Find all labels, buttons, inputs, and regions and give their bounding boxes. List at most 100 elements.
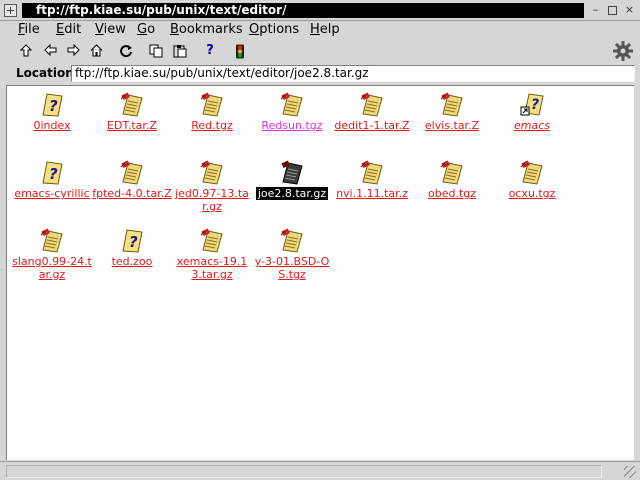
minimize-button[interactable]: – [588,3,603,18]
help-icon[interactable]: ? [200,42,220,60]
menu-bookmarks-label: ookmarks [178,22,243,37]
archive-file-icon[interactable] [359,159,385,185]
back-arrow-icon[interactable] [40,42,60,60]
menu-help-mnemonic: H [310,22,320,37]
menu-bookmarks-mnemonic: B [170,22,179,37]
archive-file-icon[interactable] [119,159,145,185]
menu-go[interactable]: Go [137,22,155,38]
archive-file-icon[interactable] [39,227,65,253]
menu-edit-mnemonic: E [56,22,65,37]
file-item[interactable]: ? emacs [492,91,572,132]
archive-file-icon[interactable] [519,159,545,185]
file-item[interactable]: ? ted.zoo [92,227,172,268]
menu-edit[interactable]: Edit [56,22,81,38]
file-name-link[interactable]: ted.zoo [92,255,172,268]
svg-text:?: ? [49,165,58,183]
reload-icon[interactable] [116,42,136,60]
file-item[interactable]: jed0.97-13.tar.gz [172,159,252,213]
svg-text:?: ? [129,233,138,251]
file-item[interactable]: Redsun.tgz [252,91,332,132]
archive-file-icon[interactable] [199,159,225,185]
menu-view-mnemonic: V [95,22,104,37]
location-bar: Location: ftp://ftp.kiae.su/pub/unix/tex… [0,62,640,84]
file-name-link[interactable]: EDT.tar.Z [92,119,172,132]
file-item[interactable]: joe2.8.tar.gz [252,159,332,200]
menu-help[interactable]: Help [310,22,340,38]
file-name-link[interactable]: emacs [492,119,572,132]
resize-grip[interactable] [624,466,636,478]
file-item[interactable]: y-3-01.BSD-OS.tgz [252,227,332,281]
unknown-file-icon[interactable]: ? [39,159,65,185]
archive-file-icon[interactable] [279,91,305,117]
archive-file-icon[interactable] [199,227,225,253]
copy-icon[interactable] [146,42,166,60]
file-item[interactable]: slang0.99-24.tar.gz [12,227,92,281]
menu-view[interactable]: View [95,22,126,38]
file-name-link[interactable]: nvi.1.11.tar.z [332,187,412,200]
title-bar: ftp://ftp.kiae.su/pub/unix/text/editor/ … [0,0,640,21]
file-name-link[interactable]: 0index [12,119,92,132]
file-item[interactable]: obed.tgz [412,159,492,200]
archive-file-icon[interactable] [439,91,465,117]
menu-go-label: o [147,22,156,37]
archive-file-icon[interactable] [199,91,225,117]
paste-icon[interactable] [170,42,190,60]
archive-file-icon[interactable] [439,159,465,185]
archive-file-icon[interactable] [279,227,305,253]
archive-file-icon[interactable] [279,159,305,185]
file-name-link[interactable]: dedit1-1.tar.Z [332,119,412,132]
window-menu-icon[interactable] [4,4,17,17]
menu-options-label: ptions [259,22,300,37]
close-button[interactable]: × [622,3,637,18]
archive-file-icon[interactable] [359,91,385,117]
menu-bar: File Edit View Go Bookmarks Options Help [0,21,640,39]
file-name-link[interactable]: Redsun.tgz [252,119,332,132]
gear-icon [612,40,636,62]
file-name-link[interactable]: y-3-01.BSD-OS.tgz [252,255,332,281]
link-file-icon[interactable]: ? [519,91,545,117]
menu-file[interactable]: File [18,22,40,38]
unknown-file-icon[interactable]: ? [119,227,145,253]
status-bar [0,461,640,480]
file-item[interactable]: ? emacs-cyrillic [12,159,92,200]
file-listing: ? 0index EDT.tar.Z Red.tgz Redsun.tgz dedit1-… [6,85,634,460]
file-item[interactable]: elvis.tar.Z [412,91,492,132]
location-input[interactable]: ftp://ftp.kiae.su/pub/unix/text/editor/j… [71,65,635,82]
file-name-link[interactable]: xemacs-19.13.tar.gz [172,255,252,281]
menu-help-label: elp [319,22,340,37]
file-item[interactable]: Red.tgz [172,91,252,132]
unknown-file-icon[interactable]: ? [39,91,65,117]
file-name-link[interactable]: ocxu.tgz [492,187,572,200]
up-arrow-icon[interactable] [16,42,36,60]
file-name-link[interactable]: fpted-4.0.tar.Z [92,187,172,200]
menu-options[interactable]: Options [249,22,299,38]
menu-bookmarks[interactable]: Bookmarks [170,22,243,38]
file-name-link[interactable]: elvis.tar.Z [412,119,492,132]
maximize-icon [608,6,617,15]
file-name-link[interactable]: emacs-cyrillic [12,187,92,200]
menu-file-label: ile [24,22,40,37]
forward-arrow-icon[interactable] [63,42,83,60]
file-name-link[interactable]: slang0.99-24.tar.gz [12,255,92,281]
file-item[interactable]: dedit1-1.tar.Z [332,91,412,132]
file-item[interactable]: nvi.1.11.tar.z [332,159,412,200]
file-name-link[interactable]: joe2.8.tar.gz [255,187,329,200]
toolbar: ? [0,40,640,62]
location-label: Location: [16,66,79,80]
file-item[interactable]: fpted-4.0.tar.Z [92,159,172,200]
svg-text:?: ? [49,97,58,115]
menu-go-mnemonic: G [137,22,148,37]
home-icon[interactable] [86,42,106,60]
file-name-link[interactable]: Red.tgz [172,119,252,132]
file-item[interactable]: xemacs-19.13.tar.gz [172,227,252,281]
menu-view-label: iew [103,22,126,37]
stop-icon[interactable] [230,42,250,60]
archive-file-icon[interactable] [119,91,145,117]
file-name-link[interactable]: obed.tgz [412,187,492,200]
file-item[interactable]: ocxu.tgz [492,159,572,200]
maximize-button[interactable] [605,3,620,18]
file-name-link[interactable]: jed0.97-13.tar.gz [172,187,252,213]
menu-options-mnemonic: O [249,22,260,37]
file-item[interactable]: EDT.tar.Z [92,91,172,132]
file-item[interactable]: ? 0index [12,91,92,132]
